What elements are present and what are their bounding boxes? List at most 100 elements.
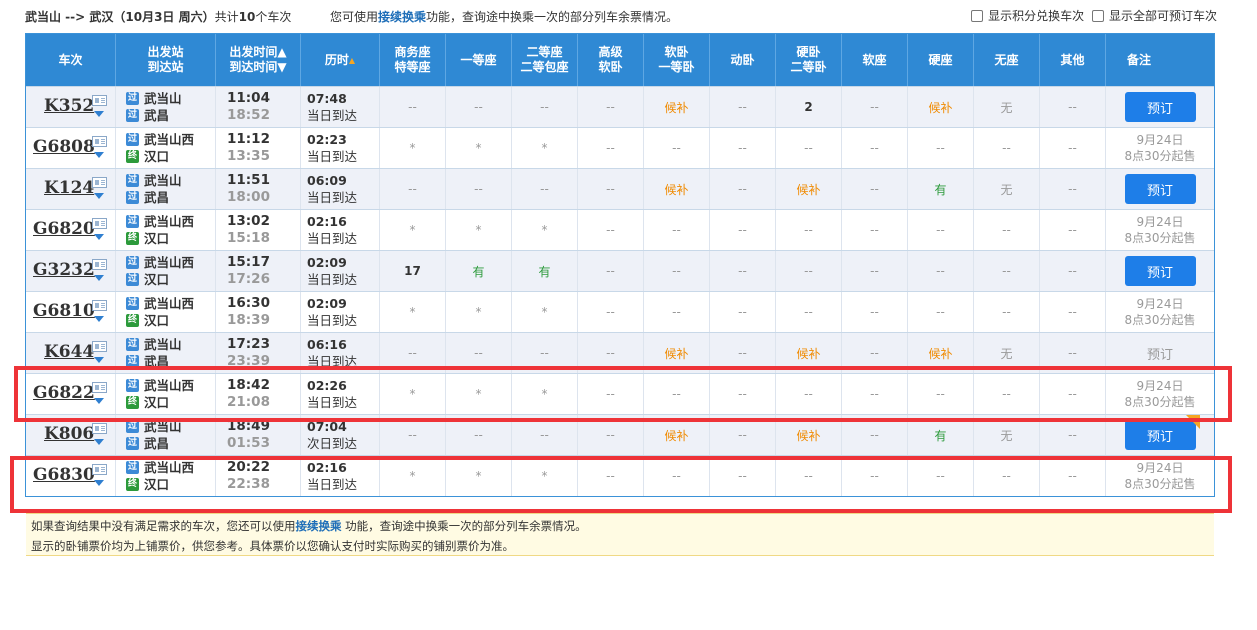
- sort-arrow-icon[interactable]: ▲: [349, 53, 355, 68]
- departure-station-name[interactable]: 武当山西: [144, 377, 194, 394]
- seat-cell[interactable]: 候补: [908, 87, 974, 127]
- arrival-station-name[interactable]: 武昌: [144, 107, 169, 124]
- seat-cell[interactable]: 2: [776, 87, 842, 127]
- chevron-down-icon[interactable]: [94, 398, 104, 404]
- seat-availability: --: [738, 305, 747, 319]
- arrival-station-name[interactable]: 武昌: [144, 189, 169, 206]
- arrival-station-name[interactable]: 汉口: [144, 476, 169, 493]
- train-code-link[interactable]: G6822: [33, 383, 95, 403]
- arrival-station-name[interactable]: 汉口: [144, 312, 169, 329]
- train-info-card-icon[interactable]: [92, 136, 107, 147]
- seat-cell: --: [644, 128, 710, 168]
- seat-cell[interactable]: 候补: [776, 415, 842, 455]
- header-line-2: 二等包座: [520, 60, 569, 74]
- option-all-bookable[interactable]: 显示全部可预订车次: [1091, 9, 1217, 23]
- seat-cell[interactable]: 候补: [776, 333, 842, 373]
- train-code-link[interactable]: K352: [44, 96, 94, 116]
- seat-cell: --: [644, 374, 710, 414]
- header-label: 出发时间▲ 到达时间▼: [229, 45, 286, 75]
- departure-station-name[interactable]: 武当山西: [144, 213, 194, 230]
- departure-station-name[interactable]: 武当山西: [144, 254, 194, 271]
- arrival-station-name[interactable]: 汉口: [144, 230, 169, 247]
- train-code-link[interactable]: K806: [44, 424, 94, 444]
- arrival-station-name[interactable]: 汉口: [144, 271, 169, 288]
- option-points-trains[interactable]: 显示积分兑换车次: [971, 9, 1084, 23]
- train-info-card-icon[interactable]: [92, 218, 107, 229]
- arrival-station-name[interactable]: 武昌: [144, 353, 169, 370]
- note-transfer-link[interactable]: 接续换乘: [296, 519, 342, 533]
- train-info-card-icon[interactable]: [92, 259, 107, 270]
- arrival-station-name[interactable]: 汉口: [144, 148, 169, 165]
- departure-station-name[interactable]: 武当山西: [144, 459, 194, 476]
- seat-cell[interactable]: 候补: [644, 333, 710, 373]
- book-button[interactable]: 预订: [1124, 174, 1196, 204]
- seat-availability: --: [870, 100, 879, 114]
- departure-station-name[interactable]: 武当山: [144, 172, 182, 189]
- train-info-card-icon[interactable]: [92, 177, 107, 188]
- table-row: K644 过武当山过武昌 17:23 23:39 06:16 当日到达 -- -- -- -- 候补…: [26, 332, 1214, 373]
- seat-availability: --: [738, 346, 747, 360]
- book-button[interactable]: 预订: [1124, 256, 1196, 286]
- train-info-card-icon[interactable]: [92, 464, 107, 475]
- seat-cell[interactable]: 有: [446, 251, 512, 291]
- seat-cell[interactable]: 17: [380, 251, 446, 291]
- train-info-card-icon[interactable]: [92, 341, 107, 352]
- header-col-2[interactable]: 出发时间▲ 到达时间▼: [216, 34, 301, 86]
- departure-station-name[interactable]: 武当山: [144, 336, 182, 353]
- chevron-down-icon[interactable]: [94, 111, 104, 117]
- seat-cell[interactable]: 有: [908, 415, 974, 455]
- train-code-link[interactable]: G3232: [33, 260, 95, 280]
- train-code-link[interactable]: G6820: [33, 219, 95, 239]
- chevron-down-icon[interactable]: [94, 234, 104, 240]
- book-button[interactable]: 预订: [1124, 420, 1196, 450]
- seat-availability: --: [1068, 428, 1077, 442]
- chevron-down-icon[interactable]: [94, 357, 104, 363]
- chevron-down-icon[interactable]: [94, 480, 104, 486]
- seat-cell[interactable]: 候补: [908, 333, 974, 373]
- arrival-station-name[interactable]: 武昌: [144, 435, 169, 452]
- arrival-time: 21:08: [227, 394, 270, 410]
- train-code-link[interactable]: G6830: [33, 465, 95, 485]
- departure-station-name[interactable]: 武当山西: [144, 295, 194, 312]
- departure-station-name[interactable]: 武当山: [144, 418, 182, 435]
- train-code-link[interactable]: K644: [44, 342, 94, 362]
- train-code-link[interactable]: K124: [44, 178, 94, 198]
- seat-cell[interactable]: 候补: [776, 169, 842, 209]
- header-col-3[interactable]: 历时 ▲: [301, 34, 380, 86]
- book-button[interactable]: 预订: [1124, 92, 1196, 122]
- train-info-card-icon[interactable]: [92, 95, 107, 106]
- seat-cell[interactable]: 有: [512, 251, 578, 291]
- seat-cell[interactable]: 候补: [644, 87, 710, 127]
- seat-availability: 有: [472, 264, 485, 279]
- transfer-link[interactable]: 接续换乘: [378, 10, 426, 24]
- presale-info: 9月24日 8点30分起售: [1125, 378, 1196, 410]
- train-code-link[interactable]: G6810: [33, 301, 95, 321]
- seat-cell[interactable]: 候补: [644, 415, 710, 455]
- points-checkbox[interactable]: [971, 10, 984, 22]
- seat-cell: --: [578, 251, 644, 291]
- train-code-link[interactable]: G6808: [33, 137, 95, 157]
- arrival-station-badge: 终: [126, 232, 139, 245]
- chevron-down-icon[interactable]: [94, 275, 104, 281]
- departure-station-name[interactable]: 武当山: [144, 90, 182, 107]
- train-info-card-icon[interactable]: [92, 382, 107, 393]
- presale-time: 8点30分起售: [1124, 395, 1196, 409]
- departure-station-name[interactable]: 武当山西: [144, 131, 194, 148]
- chevron-down-icon[interactable]: [94, 439, 104, 445]
- seat-availability: --: [936, 387, 945, 401]
- train-info-card-icon[interactable]: [92, 423, 107, 434]
- seat-cell: --: [776, 292, 842, 332]
- all-bookable-checkbox[interactable]: [1091, 10, 1104, 22]
- seat-availability: --: [672, 469, 681, 483]
- chevron-down-icon[interactable]: [94, 193, 104, 199]
- seat-cell[interactable]: 候补: [644, 169, 710, 209]
- seat-cell[interactable]: 有: [908, 169, 974, 209]
- train-info-card-icon[interactable]: [92, 300, 107, 311]
- chevron-down-icon[interactable]: [94, 152, 104, 158]
- chevron-down-icon[interactable]: [94, 316, 104, 322]
- presale-time: 8点30分起售: [1124, 313, 1196, 327]
- arrival-time: 13:35: [227, 148, 270, 164]
- arrival-day: 当日到达: [307, 108, 358, 123]
- duration: 07:04: [307, 419, 347, 434]
- arrival-station-name[interactable]: 汉口: [144, 394, 169, 411]
